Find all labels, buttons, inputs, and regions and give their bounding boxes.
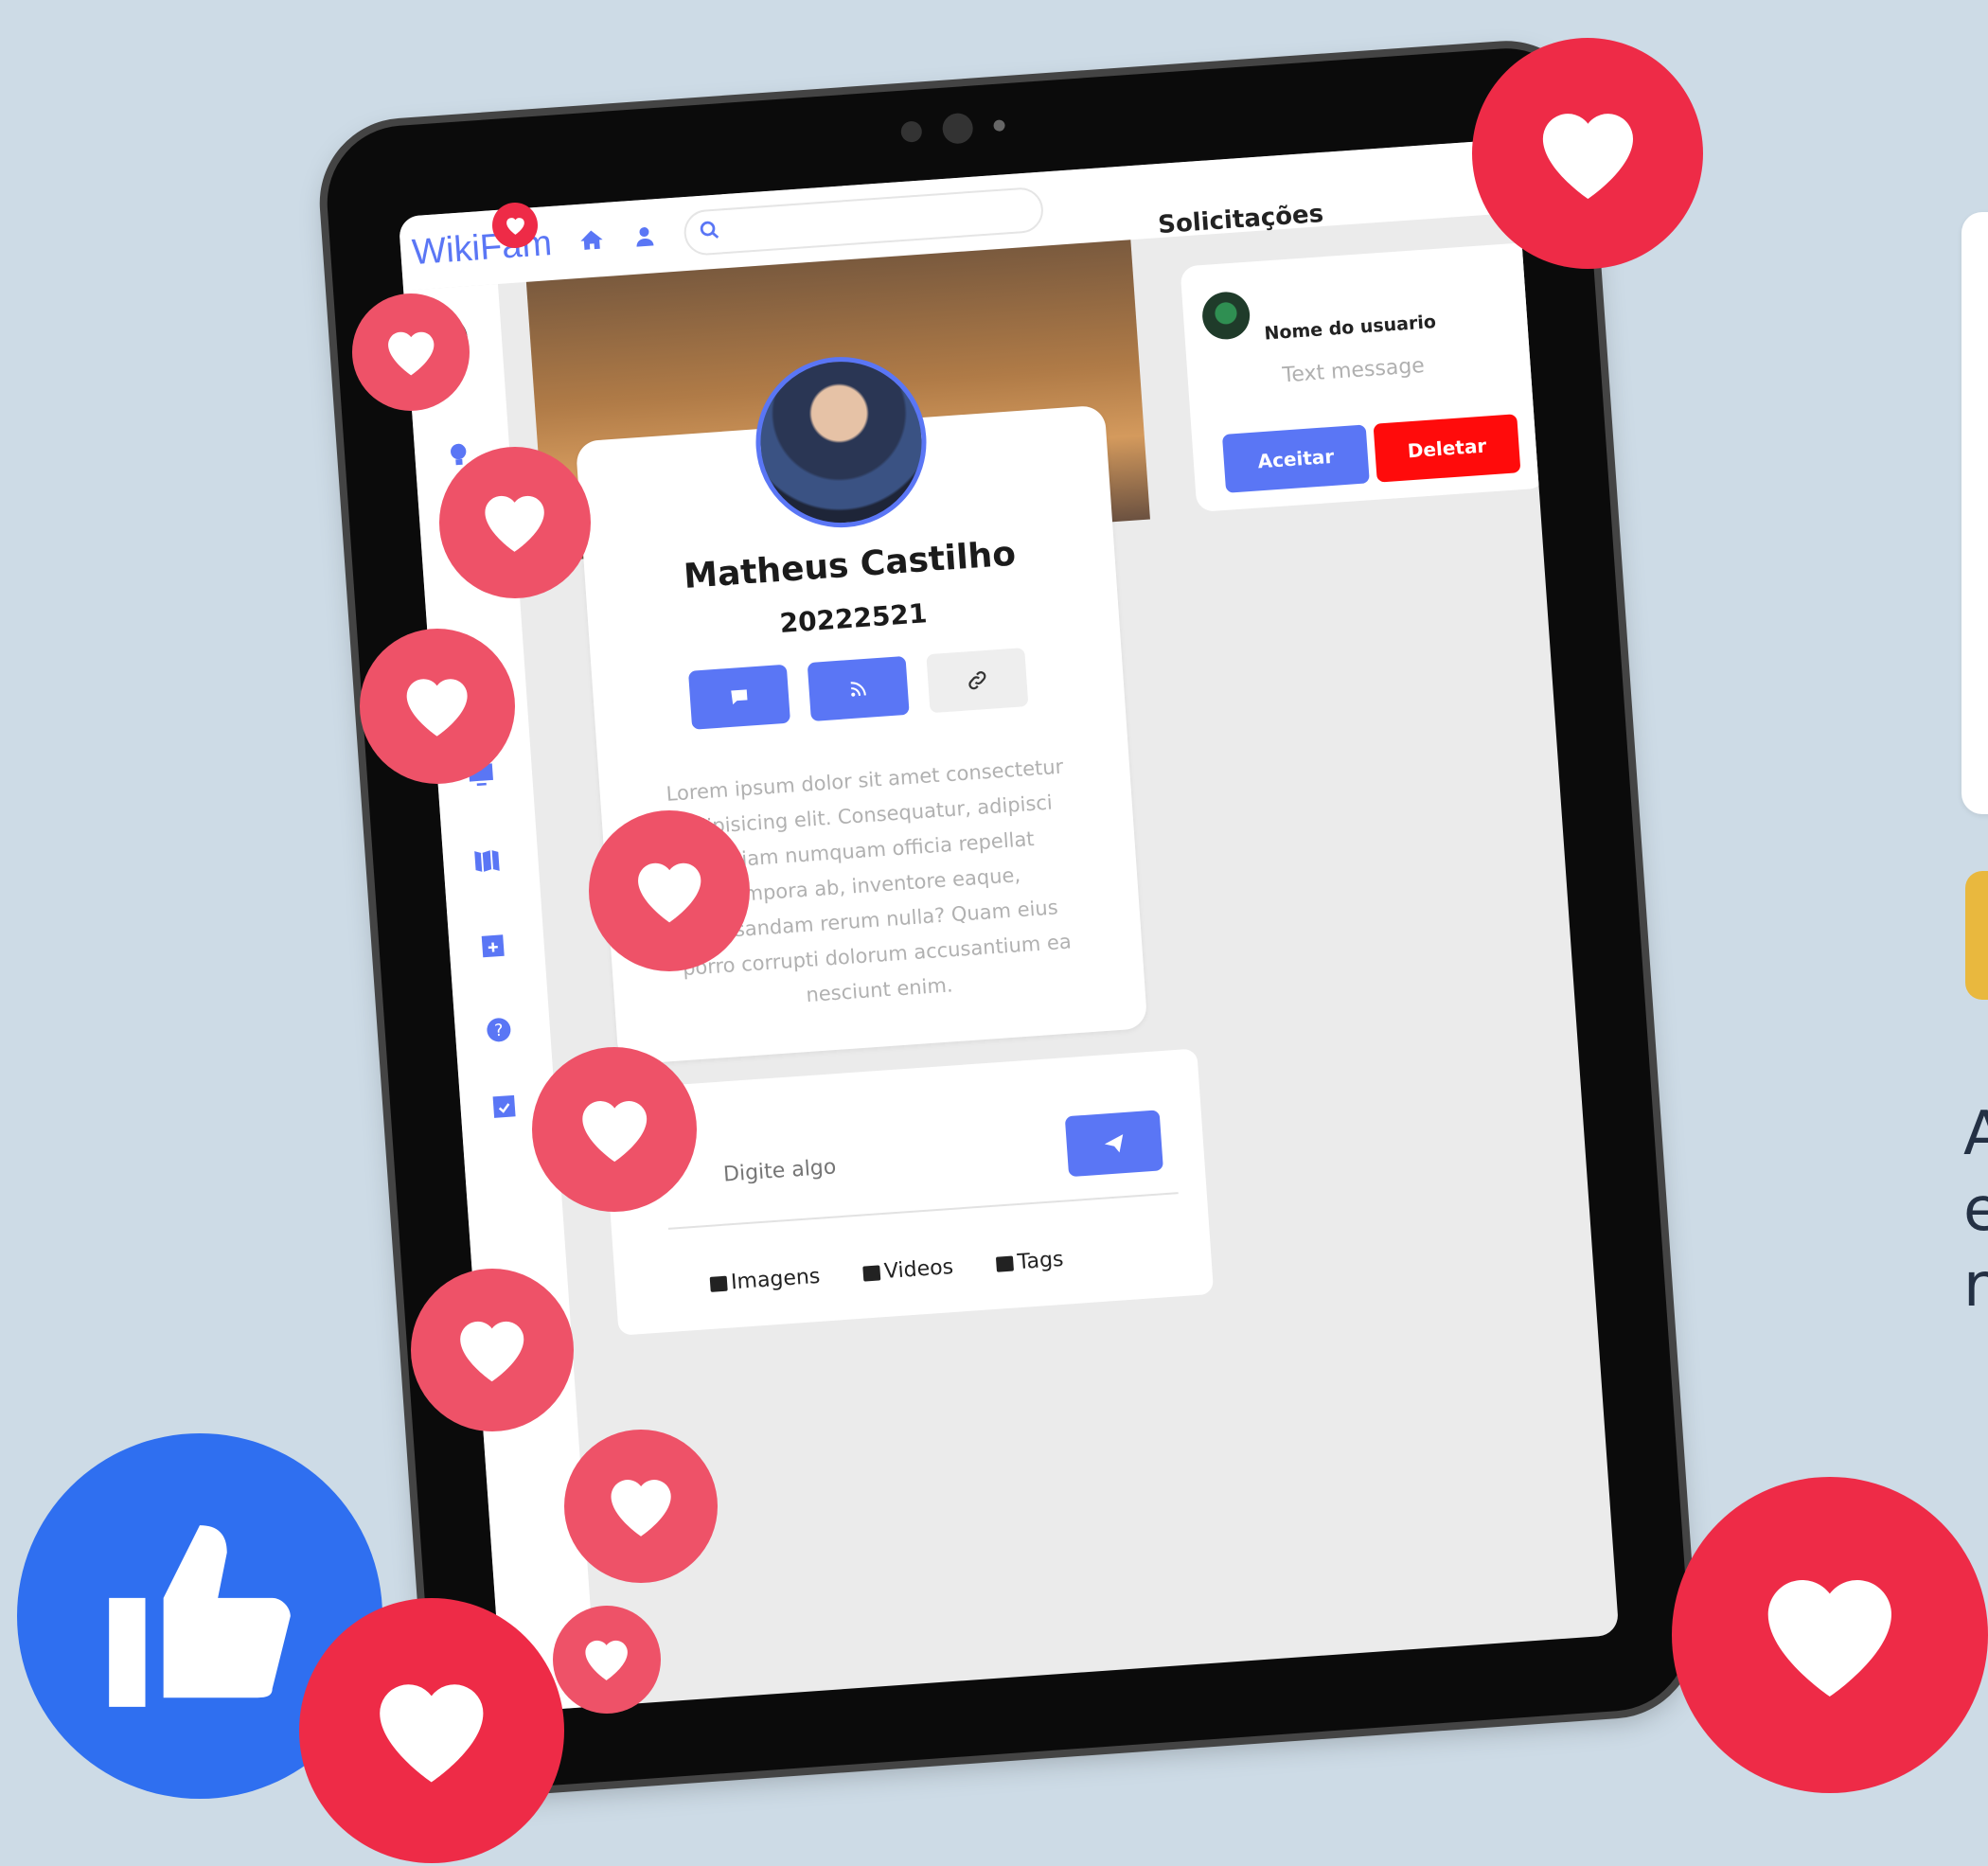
post-action-label: Tags <box>1016 1247 1065 1275</box>
side-card <box>1961 212 1988 814</box>
tablet-device: WikiFam ? Matheus Castilho 20222521 Lore… <box>322 43 1695 1794</box>
image-icon <box>709 1275 728 1292</box>
video-icon <box>862 1264 881 1282</box>
send-icon <box>1104 1134 1124 1153</box>
heart-icon <box>411 1269 574 1431</box>
side-text: A e r <box>1963 1096 1988 1324</box>
heart-icon <box>553 1606 661 1714</box>
request-message: Text message <box>1281 353 1426 388</box>
tablet-frame: WikiFam ? Matheus Castilho 20222521 Lore… <box>322 43 1695 1794</box>
home-icon[interactable] <box>577 226 606 255</box>
post-actions: Imagens Videos Tags <box>709 1248 1064 1296</box>
rss-icon <box>850 682 866 697</box>
post-divider <box>667 1192 1179 1230</box>
help-icon[interactable]: ? <box>483 1014 515 1046</box>
heart-icon <box>299 1598 564 1863</box>
request-username: Nome do usuario <box>1263 311 1437 345</box>
heart-icon <box>1672 1477 1988 1793</box>
heart-icon <box>1472 38 1703 269</box>
user-icon[interactable] <box>630 222 659 251</box>
message-icon <box>731 689 748 705</box>
map-icon[interactable] <box>470 844 503 876</box>
post-input[interactable] <box>720 1142 1010 1188</box>
heart-icon <box>564 1430 718 1583</box>
profile-actions <box>592 641 1125 737</box>
message-button[interactable] <box>687 664 791 730</box>
delete-button[interactable]: Deletar <box>1373 414 1521 483</box>
post-action-label: Imagens <box>730 1264 822 1295</box>
request-card: Nome do usuario Text message Aceitar Del… <box>1180 241 1547 513</box>
heart-icon <box>352 293 470 411</box>
accept-button[interactable]: Aceitar <box>1221 424 1370 493</box>
heart-icon <box>439 447 591 598</box>
calendar-plus-icon[interactable] <box>477 929 509 961</box>
search-bar[interactable] <box>682 186 1045 258</box>
calendar-check-icon[interactable] <box>488 1090 520 1122</box>
svg-text:?: ? <box>494 1022 505 1041</box>
post-composer: Imagens Videos Tags <box>601 1048 1215 1336</box>
heart-icon <box>492 203 538 248</box>
link-button[interactable] <box>926 648 1029 714</box>
side-badge <box>1965 871 1988 1000</box>
heart-icon <box>532 1047 697 1212</box>
side-text-line: A <box>1963 1099 1988 1169</box>
heart-icon <box>360 629 515 784</box>
send-button[interactable] <box>1064 1110 1163 1178</box>
post-action-label: Videos <box>883 1254 954 1285</box>
camera-icon <box>900 110 1006 148</box>
post-action-videos[interactable]: Videos <box>862 1255 954 1286</box>
post-action-tags[interactable]: Tags <box>996 1248 1064 1276</box>
search-input[interactable] <box>728 200 1018 242</box>
tag-icon <box>996 1254 1015 1272</box>
side-text-line: r <box>1963 1251 1988 1321</box>
rss-button[interactable] <box>807 655 910 722</box>
post-action-images[interactable]: Imagens <box>709 1265 821 1296</box>
link-icon <box>968 671 986 690</box>
side-text-line: e <box>1963 1175 1988 1245</box>
request-avatar[interactable] <box>1200 290 1251 342</box>
search-icon <box>699 220 721 245</box>
heart-icon <box>589 810 750 971</box>
